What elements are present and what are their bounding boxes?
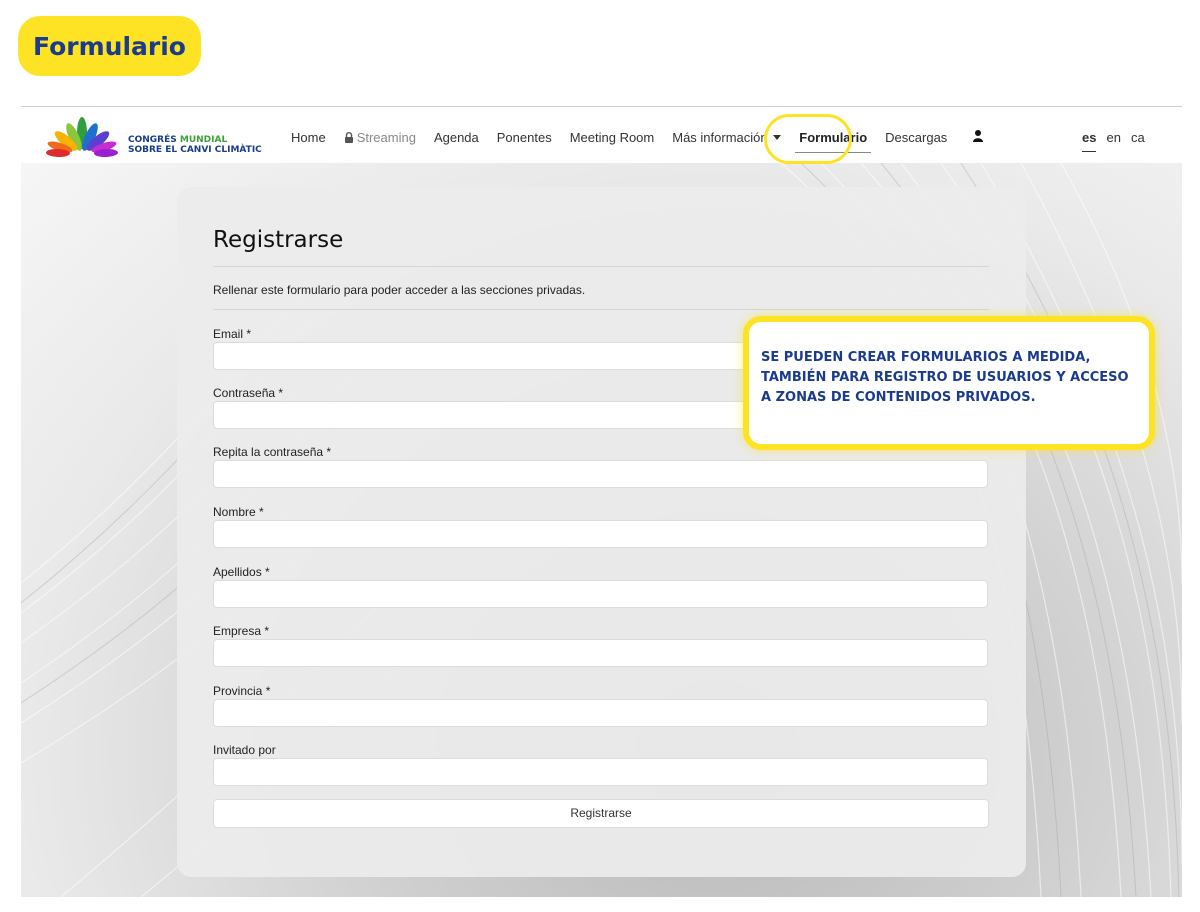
top-navigation: CONGRÉS MUNDIAL SOBRE EL CANVI CLIMÀTIC …	[21, 107, 1182, 164]
nav-item-agenda[interactable]: Agenda	[434, 130, 479, 145]
nav-item-descargas[interactable]: Descargas	[885, 130, 947, 145]
nav-item-meeting-room[interactable]: Meeting Room	[570, 130, 655, 145]
nombre-field[interactable]	[213, 520, 988, 548]
form-title: Registrarse	[213, 227, 344, 253]
lang-es[interactable]: es	[1082, 130, 1097, 152]
language-switcher: es en ca	[1082, 130, 1155, 152]
congress-logo[interactable]	[46, 115, 118, 159]
logo-text-line1-part2: MUNDIAL	[179, 135, 228, 145]
logo-text-line2: SOBRE EL CANVI CLIMÀTIC	[128, 145, 262, 155]
nav-item-mas-informacion[interactable]: Más información	[672, 130, 782, 145]
apellidos-field[interactable]	[213, 580, 988, 608]
congress-logo-text: CONGRÉS MUNDIAL SOBRE EL CANVI CLIMÀTIC	[128, 135, 262, 155]
nav-item-home[interactable]: Home	[291, 130, 326, 145]
info-callout: SE PUEDEN CREAR FORMULARIOS A MEDIDA, TA…	[743, 316, 1155, 450]
form-subtitle: Rellenar este formulario para poder acce…	[213, 283, 586, 297]
info-callout-text: SE PUEDEN CREAR FORMULARIOS A MEDIDA, TA…	[761, 350, 1129, 405]
title-divider	[213, 266, 989, 267]
register-button[interactable]: Registrarse	[213, 799, 989, 828]
email-label: Email *	[213, 327, 252, 341]
nav-item-ponentes[interactable]: Ponentes	[497, 130, 552, 145]
invitado-por-field[interactable]	[213, 758, 988, 786]
nav-item-streaming[interactable]: Streaming	[344, 130, 416, 145]
empresa-label: Empresa *	[213, 624, 270, 638]
repeat-password-label: Repita la contraseña *	[213, 445, 332, 459]
logo-text-line1-part1: CONGRÉS	[128, 135, 180, 145]
empresa-field[interactable]	[213, 639, 988, 667]
user-icon	[973, 130, 984, 142]
nav-menu: Home Streaming Agenda Ponentes Meeting R…	[291, 130, 1001, 153]
nav-item-streaming-label: Streaming	[356, 130, 416, 145]
apellidos-label: Apellidos *	[213, 565, 270, 579]
nav-item-formulario[interactable]: Formulario	[795, 130, 872, 153]
repeat-password-field[interactable]	[213, 460, 988, 488]
register-form-panel: Registrarse Rellenar este formulario par…	[177, 187, 1026, 877]
provincia-label: Provincia *	[213, 684, 271, 698]
lang-en[interactable]: en	[1106, 130, 1120, 152]
invitado-por-label: Invitado por	[213, 743, 276, 757]
lock-icon	[344, 132, 353, 143]
subtitle-divider	[213, 309, 989, 310]
nombre-label: Nombre *	[213, 505, 264, 519]
nav-item-user[interactable]	[973, 130, 984, 145]
password-label: Contraseña *	[213, 386, 284, 400]
section-badge-label: Formulario	[33, 31, 186, 61]
nav-item-mas-informacion-label: Más información	[672, 130, 768, 145]
website-screenshot: CONGRÉS MUNDIAL SOBRE EL CANVI CLIMÀTIC …	[21, 106, 1182, 897]
caret-down-icon	[773, 135, 782, 140]
section-badge: Formulario	[18, 16, 201, 76]
lang-ca[interactable]: ca	[1131, 130, 1145, 152]
provincia-field[interactable]	[213, 699, 988, 727]
